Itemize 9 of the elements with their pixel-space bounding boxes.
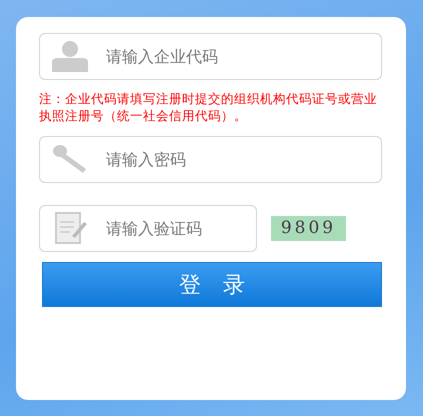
user-icon bbox=[52, 40, 88, 72]
login-button[interactable]: 登 录 bbox=[42, 262, 382, 307]
captcha-field[interactable]: 请输入验证码 bbox=[39, 205, 257, 252]
captcha-image[interactable]: 9809 bbox=[271, 216, 346, 241]
key-icon bbox=[52, 143, 88, 175]
form-edit-icon bbox=[52, 212, 88, 244]
company-code-field[interactable]: 请输入企业代码 bbox=[39, 33, 382, 80]
note-text: 注：企业代码请填写注册时提交的组织机构代码证号或营业执照注册号（统一社会信用代码）。 bbox=[39, 90, 378, 124]
password-field[interactable]: 请输入密码 bbox=[39, 136, 382, 183]
